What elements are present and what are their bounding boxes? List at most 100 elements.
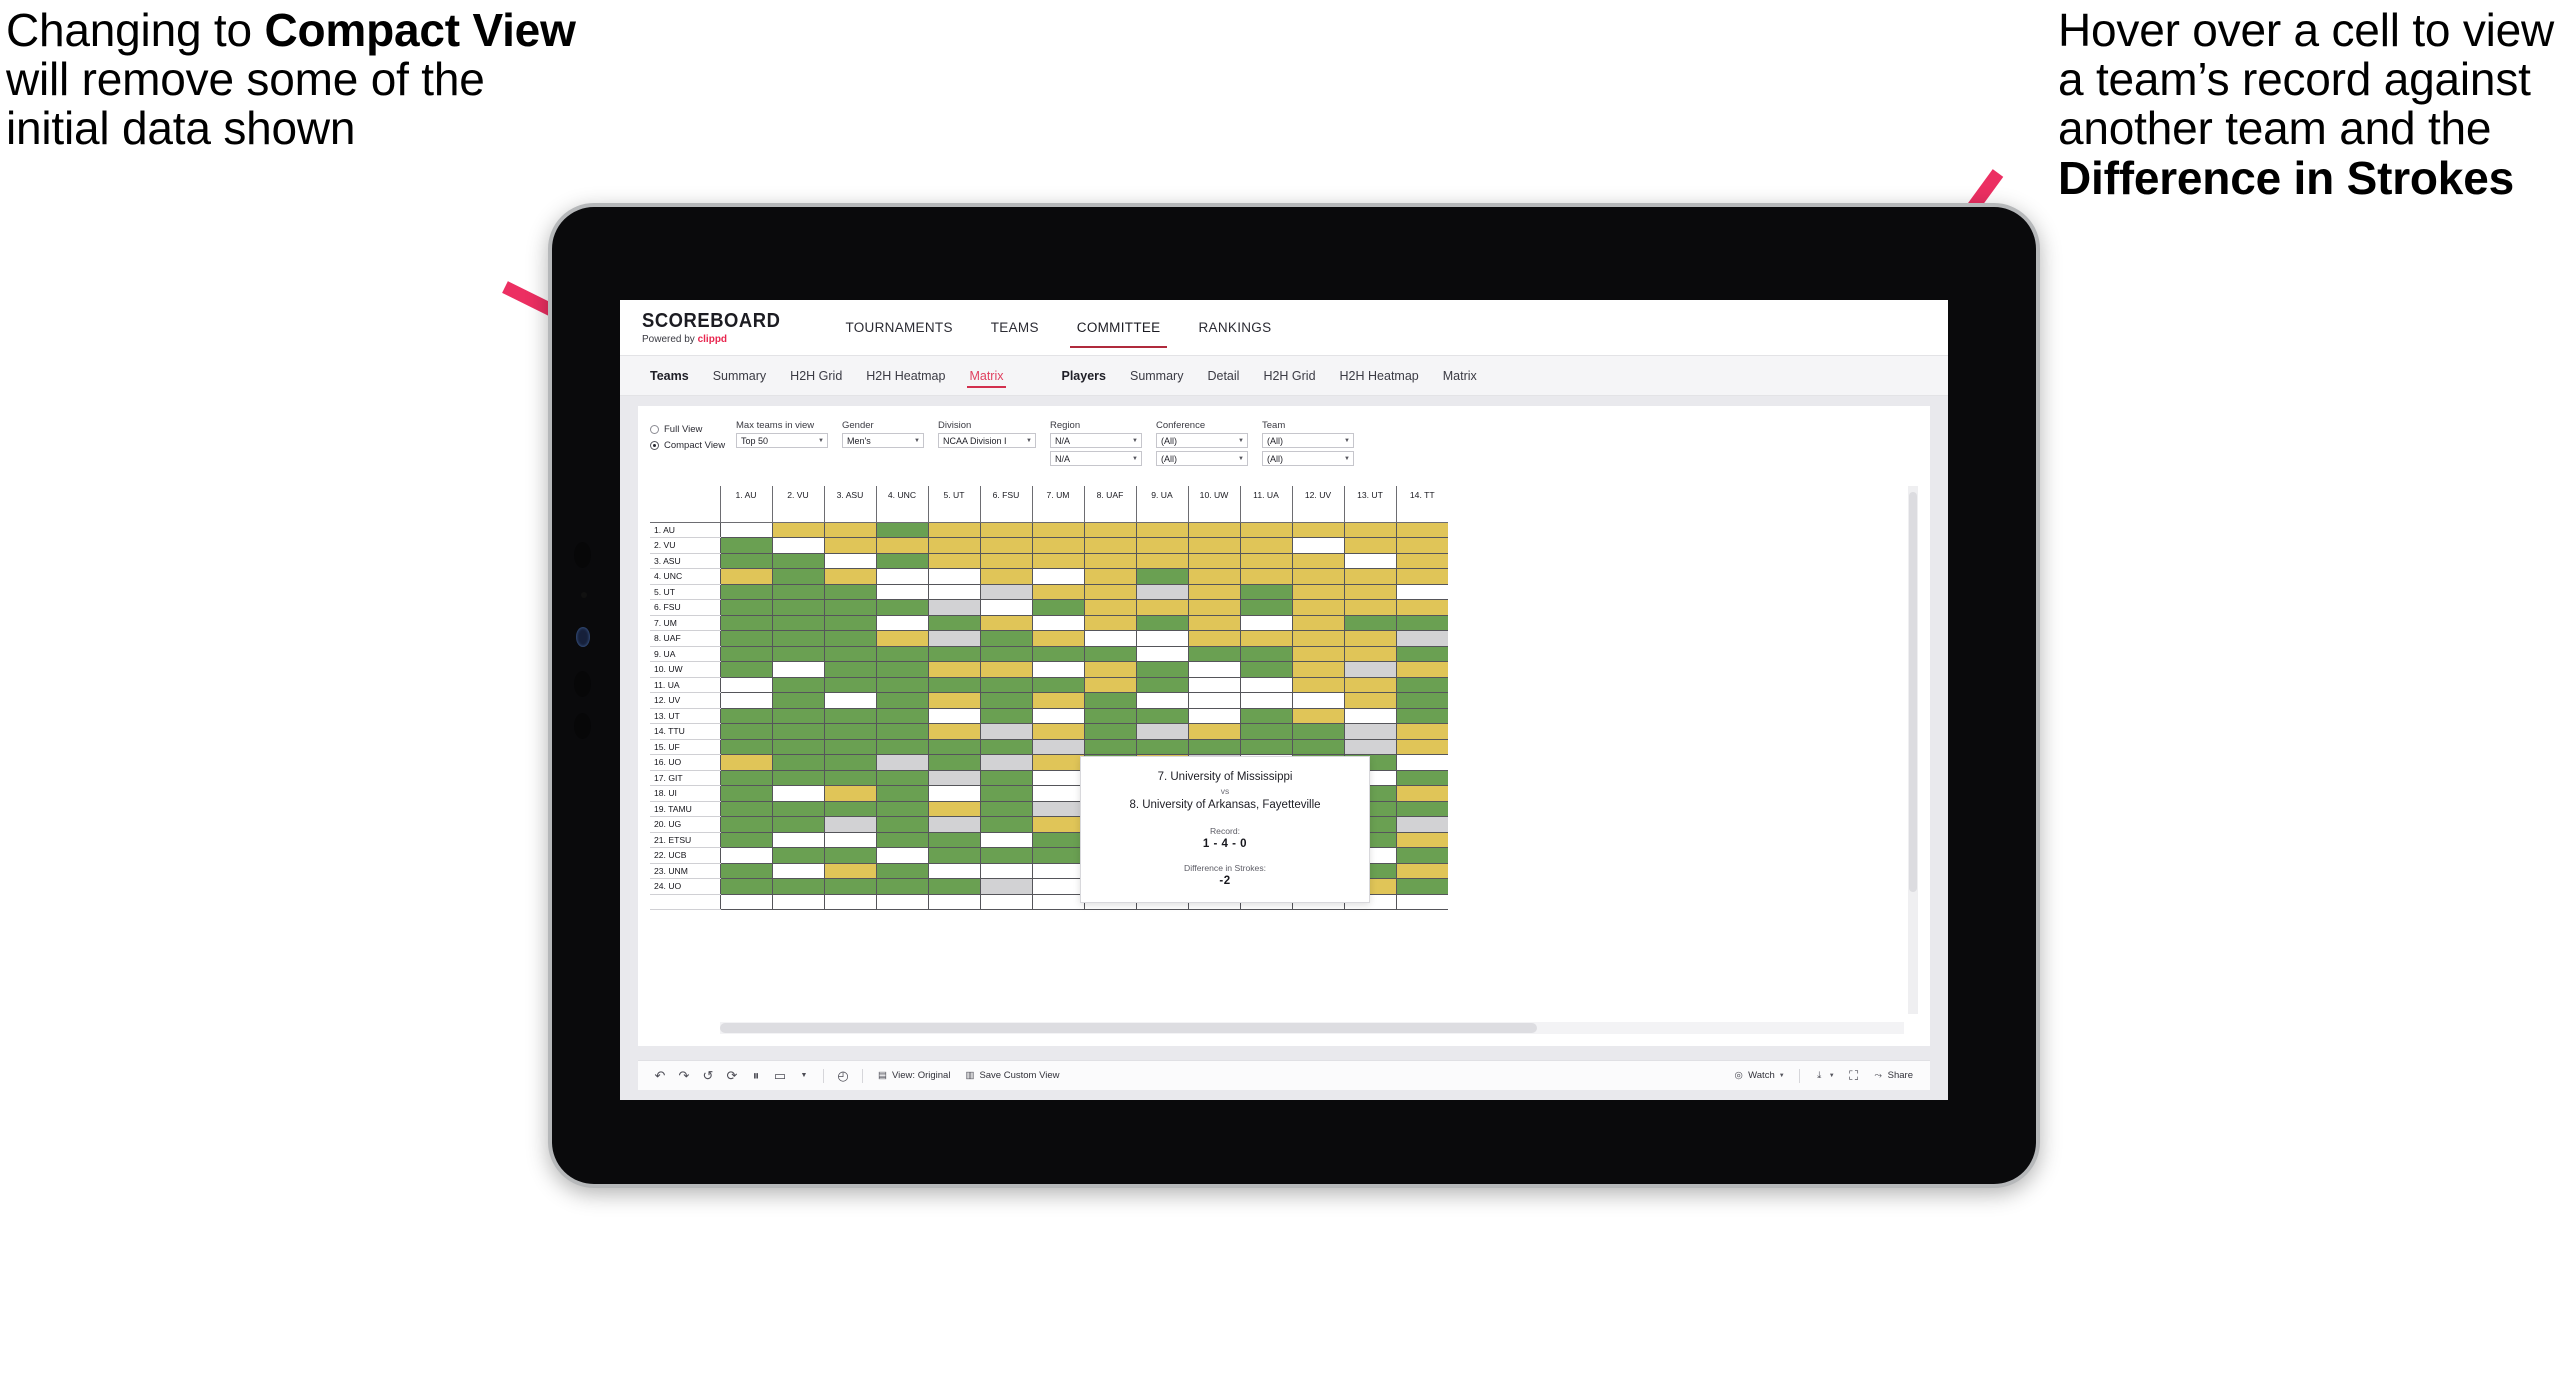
matrix-cell[interactable] (771, 522, 824, 538)
matrix-cell[interactable] (1239, 615, 1292, 631)
matrix-cell[interactable] (823, 863, 876, 879)
radio-compact-view-icon[interactable] (650, 441, 659, 450)
matrix-cell[interactable] (1291, 723, 1344, 740)
matrix-cell[interactable] (823, 708, 876, 724)
matrix-cell[interactable] (1031, 692, 1084, 709)
matrix-cell[interactable] (1083, 739, 1136, 755)
matrix-cell[interactable] (1395, 553, 1448, 569)
matrix-cell[interactable] (979, 894, 1032, 910)
matrix-cell[interactable] (927, 584, 980, 600)
matrix-cell[interactable] (1343, 692, 1396, 709)
matrix-cell[interactable] (1343, 661, 1396, 678)
matrix-cell[interactable] (1395, 661, 1448, 678)
matrix-row-header[interactable]: 13. UT (650, 708, 720, 724)
matrix-cell[interactable] (1135, 739, 1188, 755)
matrix-cell[interactable] (823, 537, 876, 554)
matrix-cell[interactable] (979, 785, 1032, 802)
matrix-cell[interactable] (1395, 754, 1448, 771)
matrix-cell[interactable] (719, 677, 772, 693)
matrix-cell[interactable] (823, 878, 876, 895)
matrix-column-header[interactable]: 13. UT (1343, 486, 1396, 523)
matrix-cell[interactable] (979, 677, 1032, 693)
matrix-cell[interactable] (875, 785, 928, 802)
matrix-cell[interactable] (1291, 522, 1344, 538)
matrix-cell[interactable] (823, 568, 876, 585)
save-custom-view-button[interactable]: ▥ Save Custom View (957, 1070, 1066, 1081)
matrix-cell[interactable] (1083, 723, 1136, 740)
matrix-cell[interactable] (1239, 739, 1292, 755)
matrix-cell[interactable] (1135, 522, 1188, 538)
matrix-cell[interactable] (1395, 537, 1448, 554)
matrix-cell[interactable] (1343, 568, 1396, 585)
filter-conference-select-2[interactable]: (All) ▼ (1156, 451, 1248, 466)
matrix-cell[interactable] (979, 878, 1032, 895)
matrix-cell[interactable] (1291, 584, 1344, 600)
matrix-cell[interactable] (875, 584, 928, 600)
matrix-cell[interactable] (927, 894, 980, 910)
matrix-cell[interactable] (1135, 615, 1188, 631)
matrix-cell[interactable] (979, 708, 1032, 724)
matrix-cell[interactable] (1239, 646, 1292, 662)
matrix-cell[interactable] (1291, 708, 1344, 724)
matrix-cell[interactable] (1031, 708, 1084, 724)
matrix-cell[interactable] (1395, 816, 1448, 833)
matrix-cell[interactable] (1187, 568, 1240, 585)
matrix-cell[interactable] (1031, 661, 1084, 678)
matrix-cell[interactable] (927, 832, 980, 848)
matrix-row-header[interactable]: 23. UNM (650, 863, 720, 879)
revert-icon[interactable]: ↺ (696, 1065, 720, 1087)
matrix-cell[interactable] (927, 692, 980, 709)
matrix-cell[interactable] (771, 801, 824, 817)
matrix-row-header[interactable]: 24. UO (650, 878, 720, 895)
matrix-column-header[interactable]: 2. VU (771, 486, 824, 523)
matrix-cell[interactable] (927, 847, 980, 864)
matrix-cell[interactable] (1395, 878, 1448, 895)
matrix-cell[interactable] (719, 584, 772, 600)
matrix-cell[interactable] (1343, 677, 1396, 693)
matrix-cell[interactable] (1135, 661, 1188, 678)
matrix-cell[interactable] (771, 661, 824, 678)
matrix-row-header[interactable]: 20. UG (650, 816, 720, 833)
matrix-cell[interactable] (1031, 832, 1084, 848)
matrix-cell[interactable] (1083, 553, 1136, 569)
matrix-row-header[interactable]: 12. UV (650, 692, 720, 709)
matrix-cell[interactable] (1395, 739, 1448, 755)
matrix-cell[interactable] (719, 878, 772, 895)
matrix-cell[interactable] (979, 661, 1032, 678)
matrix-cell[interactable] (875, 677, 928, 693)
matrix-cell[interactable] (1343, 723, 1396, 740)
matrix-horizontal-scrollbar[interactable] (720, 1022, 1904, 1034)
matrix-cell[interactable] (875, 894, 928, 910)
tab-players-h2h-grid[interactable]: H2H Grid (1251, 356, 1327, 396)
matrix-cell[interactable] (875, 878, 928, 895)
matrix-cell[interactable] (979, 537, 1032, 554)
tab-teams-h2h-grid[interactable]: H2H Grid (778, 356, 854, 396)
matrix-cell[interactable] (1083, 677, 1136, 693)
tab-players-summary[interactable]: Summary (1118, 356, 1195, 396)
matrix-row-header[interactable]: 10. UW (650, 661, 720, 678)
matrix-cell[interactable] (771, 646, 824, 662)
matrix-cell[interactable] (875, 832, 928, 848)
matrix-cell[interactable] (771, 584, 824, 600)
tab-players-h2h-heatmap[interactable]: H2H Heatmap (1328, 356, 1431, 396)
matrix-row-header[interactable]: 4. UNC (650, 568, 720, 585)
matrix-cell[interactable] (927, 661, 980, 678)
matrix-cell[interactable] (823, 630, 876, 647)
filter-gender-select[interactable]: Men's ▼ (842, 433, 924, 448)
matrix-cell[interactable] (1239, 630, 1292, 647)
matrix-cell[interactable] (875, 770, 928, 786)
matrix-cell[interactable] (1083, 692, 1136, 709)
matrix-cell[interactable] (823, 816, 876, 833)
filter-region-select-1[interactable]: N/A ▼ (1050, 433, 1142, 448)
matrix-cell[interactable] (1291, 599, 1344, 616)
matrix-row-header[interactable]: 19. TAMU (650, 801, 720, 817)
matrix-cell[interactable] (1239, 522, 1292, 538)
matrix-row-header[interactable]: 16. UO (650, 754, 720, 771)
matrix-cell[interactable] (771, 537, 824, 554)
matrix-cell[interactable] (979, 816, 1032, 833)
matrix-cell[interactable] (823, 832, 876, 848)
matrix-cell[interactable] (1083, 646, 1136, 662)
topnav-item-tournaments[interactable]: TOURNAMENTS (826, 300, 971, 355)
matrix-cell[interactable] (1083, 615, 1136, 631)
matrix-horizontal-scroll-thumb[interactable] (720, 1023, 1537, 1033)
